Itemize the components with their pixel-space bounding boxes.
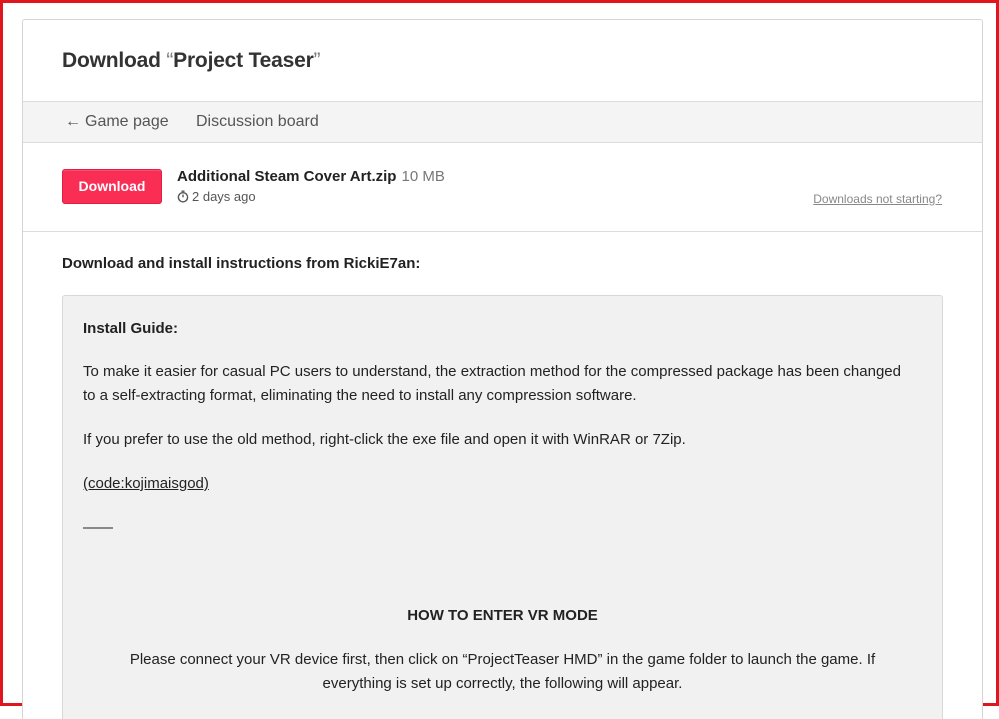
download-page-card: Download “Project Teaser” ← Game page Dis… xyxy=(22,19,983,719)
upload-date: 2 days ago xyxy=(192,189,256,204)
game-name: Project Teaser xyxy=(173,49,314,72)
title-close-quote: ” xyxy=(313,49,321,72)
stopwatch-icon xyxy=(177,190,189,206)
file-name: Additional Steam Cover Art.zip 10 MB xyxy=(177,168,445,185)
title-prefix: Download xyxy=(62,49,167,72)
file-name-text: Additional Steam Cover Art.zip xyxy=(177,168,397,185)
instructions-heading: Download and install instructions from R… xyxy=(62,255,421,272)
code-link[interactable]: (code:kojimaisgod) xyxy=(83,472,903,496)
instructions-paragraph-1: To make it easier for casual PC users to… xyxy=(83,363,901,404)
game-page-link[interactable]: ← Game page xyxy=(65,113,169,131)
instructions-paragraph-2: If you prefer to use the old method, rig… xyxy=(83,431,686,448)
game-page-label: Game page xyxy=(85,113,169,130)
dash-separator: —— xyxy=(83,519,113,536)
upload-row: Download Additional Steam Cover Art.zip 1… xyxy=(23,143,982,232)
file-size: 10 MB xyxy=(401,168,445,185)
file-date: 2 days ago xyxy=(177,189,256,206)
download-button[interactable]: Download xyxy=(62,169,162,204)
nav-bar: ← Game page Discussion board xyxy=(23,101,982,143)
instructions-box: Install Guide: To make it easier for cas… xyxy=(62,295,943,719)
downloads-not-starting-link[interactable]: Downloads not starting? xyxy=(813,192,942,206)
screenshot-frame: Download “Project Teaser” ← Game page Dis… xyxy=(0,0,999,719)
back-arrow-icon: ← xyxy=(65,113,81,130)
vr-mode-heading: HOW TO ENTER VR MODE xyxy=(407,607,598,624)
discussion-board-link[interactable]: Discussion board xyxy=(196,113,319,131)
install-guide-title: Install Guide: xyxy=(83,320,179,337)
vr-mode-text: Please connect your VR device first, the… xyxy=(129,651,876,692)
page-title: Download “Project Teaser” xyxy=(62,49,321,73)
page-header: Download “Project Teaser” xyxy=(23,20,982,101)
